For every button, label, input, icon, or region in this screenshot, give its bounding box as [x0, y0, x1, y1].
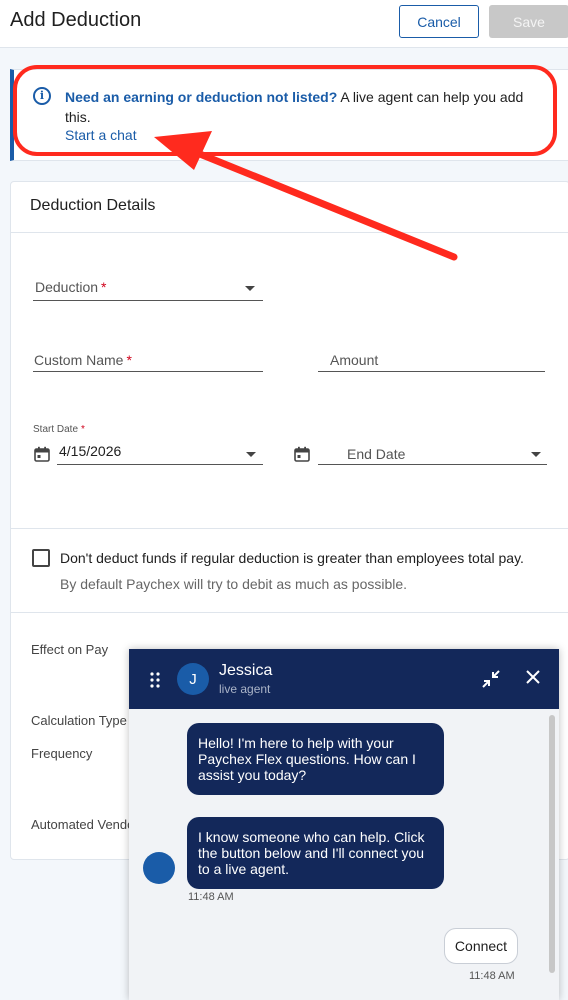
dont-deduct-checkbox[interactable]	[32, 549, 50, 567]
field-underline	[318, 464, 547, 465]
info-banner: i Need an earning or deduction not liste…	[10, 69, 568, 161]
divider	[11, 612, 568, 613]
cancel-button[interactable]: Cancel	[399, 5, 479, 38]
chat-widget: J Jessica live agent Hello! I'm here to …	[129, 649, 559, 1000]
agent-role: live agent	[219, 682, 271, 696]
info-icon: i	[33, 87, 51, 105]
amount-label: Amount	[330, 352, 379, 368]
start-chat-link[interactable]: Start a chat	[65, 127, 137, 143]
info-banner-text: Need an earning or deduction not listed?…	[65, 87, 545, 127]
field-underline	[33, 371, 263, 372]
required-mark: *	[101, 279, 107, 295]
custom-name-label-text: Custom Name	[34, 352, 124, 368]
minimize-icon[interactable]	[481, 669, 501, 689]
close-icon[interactable]	[525, 669, 541, 685]
agent-name: Jessica	[219, 662, 273, 679]
chat-message: Hello! I'm here to help with your Payche…	[187, 723, 444, 795]
required-mark: *	[81, 424, 85, 435]
chat-header: J Jessica live agent	[129, 649, 559, 709]
info-banner-strong: Need an earning or deduction not listed?	[65, 89, 338, 105]
divider	[11, 528, 568, 529]
save-button[interactable]: Save	[489, 5, 568, 38]
message-time: 11:48 AM	[469, 970, 515, 982]
start-date-label-text: Start Date	[33, 424, 79, 435]
end-date-label: End Date	[347, 446, 406, 462]
chevron-down-icon	[531, 452, 541, 457]
deduction-label: Deduction *	[35, 279, 107, 295]
avatar: J	[177, 663, 209, 695]
scrollbar-thumb[interactable]	[549, 715, 555, 973]
start-date-label: Start Date *	[33, 424, 85, 435]
effect-on-pay-label: Effect on Pay	[31, 642, 109, 657]
chevron-down-icon	[245, 286, 255, 291]
page-title: Add Deduction	[10, 9, 142, 31]
start-date-value: 4/15/2026	[59, 443, 122, 459]
field-underline	[33, 300, 263, 301]
required-mark: *	[126, 352, 132, 368]
checkbox-label: Don't deduct funds if regular deduction …	[60, 550, 524, 566]
checkbox-sub-text: By default Paychex will try to debit as …	[60, 576, 408, 592]
divider	[11, 232, 568, 233]
frequency-label: Frequency	[31, 746, 93, 761]
calculation-type-label: Calculation Type	[31, 713, 127, 728]
calendar-icon[interactable]	[34, 446, 50, 462]
chevron-down-icon	[246, 452, 256, 457]
connect-button[interactable]: Connect	[444, 928, 518, 964]
top-bar: Add Deduction Cancel Save	[0, 0, 568, 48]
drag-handle-icon[interactable]	[149, 670, 161, 690]
card-title: Deduction Details	[30, 197, 156, 214]
chat-message: I know someone who can help. Click the b…	[187, 817, 444, 889]
calendar-icon[interactable]	[294, 446, 310, 462]
field-underline	[57, 464, 263, 465]
avatar	[143, 852, 175, 884]
field-underline	[318, 371, 545, 372]
custom-name-label: Custom Name *	[34, 352, 132, 368]
deduction-label-text: Deduction	[35, 279, 99, 295]
message-time: 11:48 AM	[188, 891, 234, 903]
automated-vendor-label: Automated Vendo	[31, 817, 135, 832]
